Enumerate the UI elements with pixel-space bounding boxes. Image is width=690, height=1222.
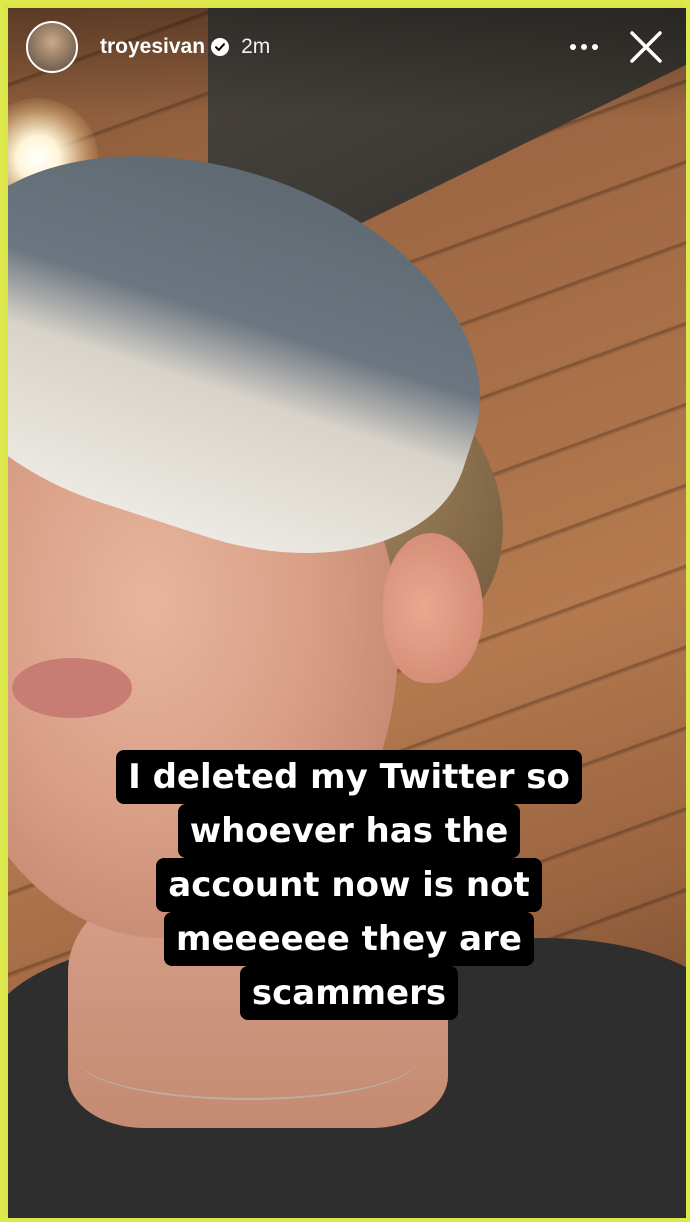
close-icon[interactable]: [624, 25, 668, 69]
post-time: 2m: [241, 35, 271, 58]
story-photo[interactable]: [8, 8, 686, 1218]
caption-line: whoever has the: [177, 804, 521, 858]
story-frame: troyesivan 2m I deleted my Twitter so wh…: [0, 0, 690, 1222]
verified-badge-icon: [211, 38, 230, 56]
caption-line: scammers: [239, 966, 459, 1020]
story-header: troyesivan 2m: [26, 18, 668, 76]
username[interactable]: troyesivan: [100, 35, 205, 59]
caption-line: meeeeee they are: [164, 912, 534, 966]
necklace: [78, 1018, 418, 1100]
caption-line: I deleted my Twitter so: [116, 750, 582, 804]
lips: [12, 658, 132, 718]
story-caption: I deleted my Twitter so whoever has the …: [94, 750, 604, 1020]
avatar[interactable]: [26, 21, 78, 73]
more-horizontal-icon[interactable]: [564, 27, 604, 67]
caption-line: account now is not: [156, 858, 542, 912]
